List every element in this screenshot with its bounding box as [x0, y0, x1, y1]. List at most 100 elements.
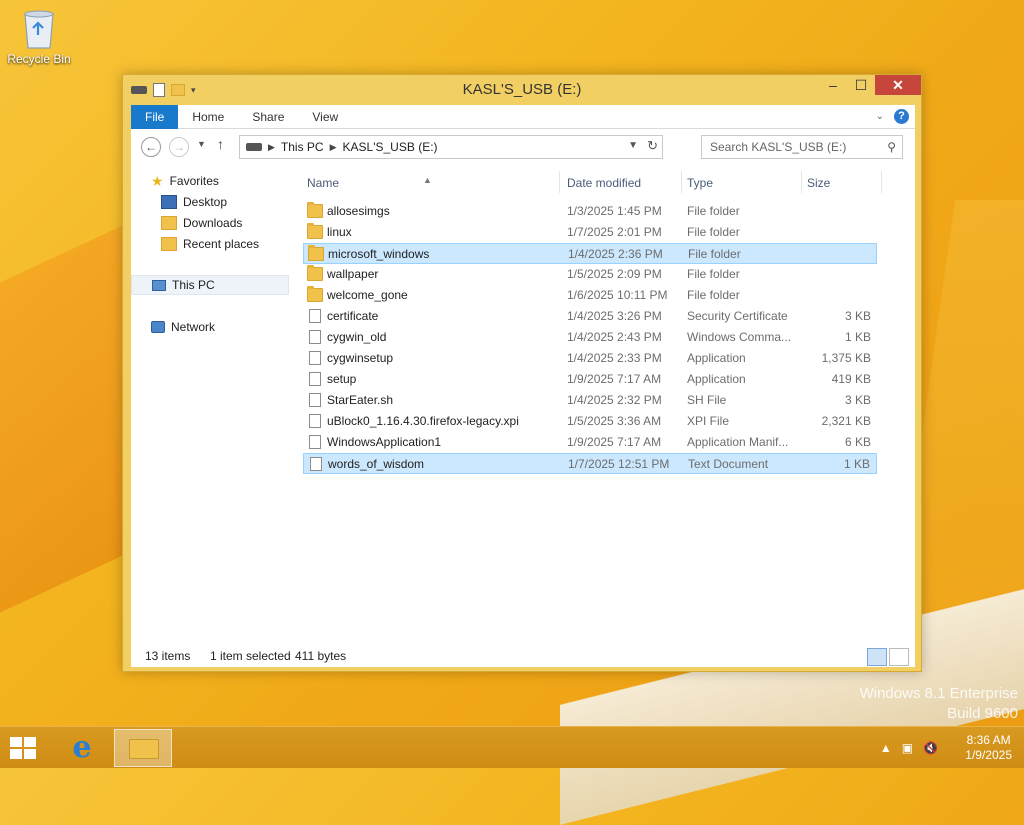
file-date-modified: 1/7/2025 12:51 PM — [568, 457, 670, 471]
manifest-icon — [309, 435, 321, 449]
refresh-icon[interactable]: ↻ — [647, 138, 658, 154]
minimize-button[interactable]: – — [819, 75, 847, 95]
nav-recent-places[interactable]: Recent places — [161, 234, 259, 254]
file-row[interactable]: words_of_wisdom 1/7/2025 12:51 PM Text Doc… — [303, 453, 877, 474]
windows-logo-pane — [24, 749, 36, 759]
column-divider[interactable] — [801, 171, 802, 193]
search-icon[interactable]: ⚲ — [887, 136, 896, 158]
file-name: linux — [327, 225, 352, 239]
nav-favorites-label: Favorites — [169, 174, 219, 188]
file-date-modified: 1/4/2025 3:26 PM — [567, 309, 662, 323]
nav-recent-places-label: Recent places — [183, 237, 260, 251]
file-name: WindowsApplication1 — [327, 435, 442, 449]
file-row[interactable]: setup 1/9/2025 7:17 AM Application 419 KB — [303, 369, 877, 390]
file-row[interactable]: uBlock0_1.16.4.30.firefox-legacy.xpi 1/5/… — [303, 411, 877, 432]
notification-area: ▲ ▣ 🔇 — [880, 741, 938, 755]
status-selection-size: 411 bytes — [295, 649, 347, 663]
title-bar[interactable]: ▾ KASL'S_USB (E:) – ☐ ✕ — [123, 75, 921, 105]
file-type: XPI File — [687, 414, 730, 428]
show-hidden-icons-icon[interactable]: ▲ — [880, 741, 892, 755]
column-divider[interactable] — [881, 171, 882, 193]
tab-home[interactable]: Home — [178, 105, 238, 129]
file-explorer-window: ▾ KASL'S_USB (E:) – ☐ ✕ File Home Share … — [122, 74, 922, 672]
file-size: 3 KB — [844, 393, 871, 407]
file-date-modified: 1/4/2025 2:33 PM — [567, 351, 662, 365]
recycle-bin-icon — [21, 6, 57, 50]
column-divider[interactable] — [681, 171, 682, 193]
nav-favorites[interactable]: ★ Favorites — [151, 171, 219, 191]
file-row[interactable]: StarEater.sh 1/4/2025 2:32 PM SH File 3 KB — [303, 390, 877, 411]
file-row[interactable]: certificate 1/4/2025 3:26 PM Security Cert… — [303, 306, 877, 327]
nav-this-pc[interactable]: This PC — [131, 275, 289, 295]
column-type[interactable]: Type — [687, 173, 713, 193]
file-type: Text Document — [688, 457, 769, 471]
forward-button[interactable]: → — [169, 137, 189, 157]
file-name: StarEater.sh — [327, 393, 394, 407]
file-row[interactable]: WindowsApplication1 1/9/2025 7:17 AM Appli… — [303, 432, 877, 453]
start-button[interactable] — [10, 737, 38, 761]
column-date-modified[interactable]: Date modified — [567, 173, 641, 193]
tab-view[interactable]: View — [298, 105, 352, 129]
volume-muted-icon[interactable]: 🔇 — [923, 741, 938, 755]
clock[interactable]: 8:36 AM 1/9/2025 — [965, 733, 1012, 763]
file-type: Application — [687, 372, 746, 386]
network-status-icon[interactable]: ▣ — [902, 741, 913, 755]
file-name: uBlock0_1.16.4.30.firefox-legacy.xpi — [327, 414, 519, 428]
address-dropdown-icon[interactable]: ▼ — [628, 140, 638, 151]
file-row[interactable]: allosesimgs 1/3/2025 1:45 PM File folder — [303, 201, 877, 222]
breadcrumb-this-pc[interactable]: This PC — [281, 140, 324, 154]
file-name: wallpaper — [327, 267, 379, 281]
expand-ribbon-icon[interactable]: ⌄ — [876, 111, 884, 122]
column-size[interactable]: Size — [807, 173, 830, 193]
file-row[interactable]: cygwinsetup 1/4/2025 2:33 PM Application 1,… — [303, 348, 877, 369]
breadcrumb-separator-icon[interactable]: ▶ — [268, 142, 275, 153]
star-icon: ★ — [151, 173, 164, 189]
file-size: 6 KB — [844, 435, 871, 449]
back-button[interactable]: ← — [141, 137, 161, 157]
certificate-icon — [309, 309, 321, 323]
breadcrumb-separator-icon[interactable]: ▶ — [330, 142, 337, 153]
folder-icon — [307, 286, 323, 302]
file-size: 3 KB — [844, 309, 871, 323]
file-size: 1,375 KB — [821, 351, 871, 365]
search-input[interactable]: Search KASL'S_USB (E:) ⚲ — [701, 135, 903, 159]
close-button[interactable]: ✕ — [875, 75, 921, 95]
nav-desktop[interactable]: Desktop — [161, 192, 227, 212]
file-row[interactable]: microsoft_windows 1/4/2025 2:36 PM File fo… — [303, 243, 877, 264]
maximize-button[interactable]: ☐ — [847, 75, 875, 95]
large-icons-view-icon[interactable] — [889, 648, 909, 666]
column-name[interactable]: Name — [307, 173, 339, 193]
nav-network[interactable]: Network — [151, 317, 215, 337]
tab-share[interactable]: Share — [238, 105, 298, 129]
clock-time: 8:36 AM — [966, 733, 1011, 747]
details-view-icon[interactable] — [867, 648, 887, 666]
window-controls: – ☐ ✕ — [819, 75, 921, 95]
file-date-modified: 1/9/2025 7:17 AM — [567, 372, 662, 386]
tab-file[interactable]: File — [131, 104, 179, 129]
up-arrow-icon[interactable]: ↑ — [217, 136, 224, 152]
folder-icon — [129, 739, 159, 759]
status-bar: 13 items 1 item selected 411 bytes — [131, 645, 915, 667]
internet-explorer-icon[interactable]: e — [62, 729, 102, 767]
column-name-label: Name — [307, 176, 340, 190]
file-name: cygwinsetup — [327, 351, 394, 365]
file-date-modified: 1/4/2025 2:32 PM — [567, 393, 662, 407]
file-type: File folder — [687, 204, 740, 218]
ribbon-tabs: File Home Share View ⌄ ? — [131, 104, 915, 129]
recycle-bin-shortcut[interactable]: Recycle Bin — [6, 6, 72, 66]
help-icon[interactable]: ? — [894, 109, 909, 124]
windows-logo-pane — [10, 749, 22, 759]
file-type: File folder — [687, 267, 740, 281]
address-bar[interactable]: ▶ This PC ▶ KASL'S_USB (E:) ▼ ↻ — [239, 135, 663, 159]
file-row[interactable]: wallpaper 1/5/2025 2:09 PM File folder — [303, 264, 877, 285]
column-divider[interactable] — [559, 171, 560, 193]
file-row[interactable]: welcome_gone 1/6/2025 10:11 PM File folder — [303, 285, 877, 306]
file-explorer-taskbar-button[interactable] — [114, 729, 172, 767]
file-row[interactable]: cygwin_old 1/4/2025 2:43 PM Windows Comma.… — [303, 327, 877, 348]
file-row[interactable]: linux 1/7/2025 2:01 PM File folder — [303, 222, 877, 243]
file-date-modified: 1/4/2025 2:36 PM — [568, 247, 663, 261]
file-date-modified: 1/9/2025 7:17 AM — [567, 435, 662, 449]
breadcrumb-drive[interactable]: KASL'S_USB (E:) — [343, 140, 438, 154]
recent-locations-icon[interactable]: ▼ — [197, 139, 206, 149]
nav-downloads[interactable]: Downloads — [161, 213, 242, 233]
